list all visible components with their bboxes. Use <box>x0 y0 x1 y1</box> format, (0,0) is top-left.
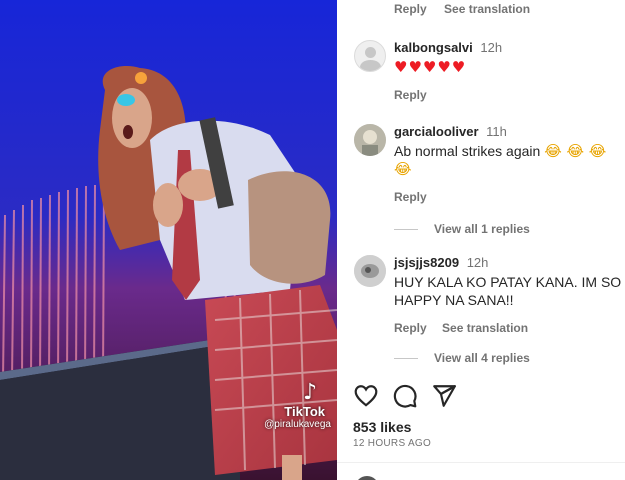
comment-actions: Reply See translation <box>394 321 622 335</box>
comment-time: 12h <box>466 255 489 270</box>
comments-panel[interactable]: Reply See translation kalbongsalvi 12h ♥… <box>337 0 625 480</box>
comment-item: garcialooliver 11h Ab normal strikes aga… <box>354 124 622 204</box>
top-comment-actions: Reply See translation <box>394 2 544 16</box>
user-avatar-photo[interactable] <box>354 124 386 156</box>
comment-item: jsjsjjs8209 12h HUY KALA KO PATAY KANA. … <box>354 255 622 335</box>
heart-emoji-text: ♥♥♥♥♥ <box>394 58 467 76</box>
comment-icon[interactable] <box>392 383 418 409</box>
tiktok-name: TikTok <box>284 404 325 419</box>
comment-time: 12h <box>480 40 503 55</box>
comment-username[interactable]: garcialooliver <box>394 124 479 139</box>
reply-button[interactable]: Reply <box>394 321 427 335</box>
likes-count[interactable]: 853 likes <box>353 419 411 435</box>
default-avatar-icon[interactable] <box>354 40 386 72</box>
view-replies-button[interactable]: View all 4 replies <box>394 351 530 365</box>
comment-username[interactable]: kalbongsalvi <box>394 40 473 55</box>
post-time: 12 HOURS AGO <box>353 438 432 449</box>
see-translation-button[interactable]: See translation <box>442 321 528 335</box>
tiktok-icon: ♪ <box>302 380 317 405</box>
comment-time: 11h <box>486 124 507 139</box>
avatar-image <box>354 255 386 287</box>
divider <box>337 462 625 463</box>
comment-text: Ab normal strikes again <box>394 143 541 159</box>
reply-button[interactable]: Reply <box>394 190 622 204</box>
comment-text: HUY KALA KO PATAY KANA. IM SO HAPPY NA S… <box>394 274 622 308</box>
see-translation-button[interactable]: See translation <box>444 2 530 16</box>
comment-username[interactable]: jsjsjjs8209 <box>394 255 459 270</box>
reply-button[interactable]: Reply <box>394 88 622 102</box>
post-media[interactable]: ♪ TikTok @piralukavega <box>0 0 337 480</box>
avatar-image <box>354 124 386 156</box>
view-replies-button[interactable]: View all 1 replies <box>394 222 530 236</box>
heart-icon[interactable] <box>353 383 379 409</box>
reply-button[interactable]: Reply <box>394 2 427 16</box>
user-avatar-photo[interactable] <box>354 255 386 287</box>
share-icon[interactable] <box>431 383 457 409</box>
tiktok-username: @piralukavega <box>264 419 331 430</box>
current-user-avatar <box>355 476 379 480</box>
tiktok-watermark: ♪ TikTok @piralukavega <box>264 380 331 431</box>
post-actions-bar <box>353 383 623 411</box>
comment-item: kalbongsalvi 12h ♥♥♥♥♥ Reply <box>354 40 622 102</box>
